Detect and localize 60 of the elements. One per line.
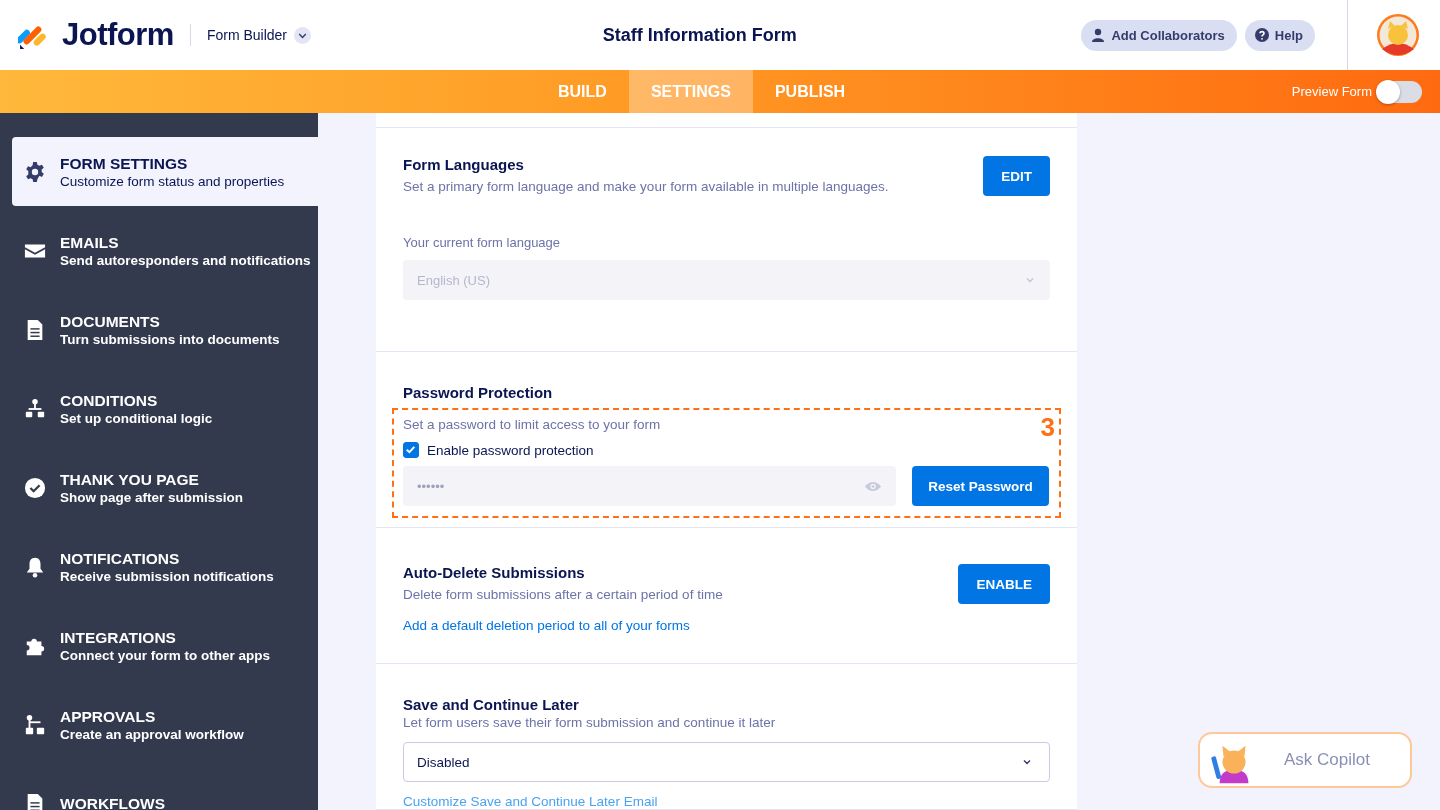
sidebar-item-title: APPROVALS xyxy=(60,706,157,726)
sidebar-item[interactable]: WORKFLOWS xyxy=(12,769,318,810)
section-title: Password Protection xyxy=(403,384,554,403)
sidebar-item-title: CONDITIONS xyxy=(60,390,159,410)
sidebar-item-subtitle: Send autoresponders and notifications xyxy=(60,251,311,269)
check-circle-icon xyxy=(24,476,46,499)
sidebar-item-title: NOTIFICATIONS xyxy=(60,548,181,568)
preview-toggle[interactable] xyxy=(1378,80,1422,103)
section-description: Let form users save their form submission and continue it later xyxy=(403,714,777,732)
sidebar-item[interactable]: INTEGRATIONS Connect your form to other apps xyxy=(12,611,318,680)
field-label: Your current form language xyxy=(403,235,562,251)
checkbox[interactable] xyxy=(403,442,419,459)
sidebar-item-title: INTEGRATIONS xyxy=(60,627,177,647)
help-button[interactable]: Help xyxy=(1244,19,1315,51)
flow-icon xyxy=(24,713,46,736)
section-description: Delete form submissions after a certain period of time xyxy=(403,586,723,605)
section-title: Auto-Delete Submissions xyxy=(403,564,586,583)
chevron-down-icon[interactable] xyxy=(294,26,312,44)
sidebar-item-subtitle: Set up conditional logic xyxy=(60,409,213,427)
step-number: 3 xyxy=(1040,412,1055,443)
save-later-select[interactable]: Disabled xyxy=(403,742,1050,782)
sidebar-item-subtitle: Receive submission notifications xyxy=(60,567,274,585)
section-description: Set a primary form language and make your form available in multiple languages. xyxy=(403,178,889,197)
sidebar-item[interactable]: EMAILS Send autoresponders and notifications xyxy=(12,216,318,285)
checkbox-label: Enable password protection xyxy=(427,442,594,458)
sidebar-item-subtitle: Connect your form to other apps xyxy=(60,646,270,664)
user-icon xyxy=(1091,28,1106,42)
sidebar-item-title: FORM SETTINGS xyxy=(60,153,189,173)
add-collaborators-button[interactable]: Add Collaborators xyxy=(1081,19,1237,51)
avatar[interactable] xyxy=(1376,13,1420,57)
bell-icon xyxy=(24,555,46,578)
help-icon xyxy=(1254,28,1269,42)
product-menu[interactable]: Form Builder xyxy=(206,27,288,43)
sidebar-item-subtitle: Customize form status and properties xyxy=(60,172,285,190)
sidebar-item[interactable]: NOTIFICATIONS Receive submission notifications xyxy=(12,532,318,601)
preview-form-label: Preview Form xyxy=(1291,84,1372,99)
section-title: Save and Continue Later xyxy=(403,696,580,714)
sidebar-item-title: EMAILS xyxy=(60,232,120,252)
section-description: Set a password to limit access to your form xyxy=(403,416,661,435)
section-title: Form Languages xyxy=(403,156,525,175)
edit-button[interactable]: EDIT xyxy=(983,156,1050,197)
sidebar-item-subtitle: Show page after submission xyxy=(60,488,244,506)
settings-icon xyxy=(24,160,46,183)
sidebar-item-title: WORKFLOWS xyxy=(60,794,166,810)
reset-password-button[interactable]: Reset Password xyxy=(912,466,1049,507)
sidebar-item[interactable]: APPROVALS Create an approval workflow xyxy=(12,690,318,759)
form-title: Staff Information Form xyxy=(601,24,798,46)
sidebar-item[interactable]: FORM SETTINGS Customize form status and properties xyxy=(12,137,318,206)
sidebar-item[interactable]: THANK YOU PAGE Show page after submission xyxy=(12,453,318,522)
link[interactable]: Add a default deletion period to all of your forms xyxy=(403,618,690,634)
checkmark-icon xyxy=(404,443,417,457)
enable-button[interactable]: ENABLE xyxy=(958,564,1050,605)
sidebar-item[interactable]: CONDITIONS Set up conditional logic xyxy=(12,374,318,443)
sidebar-item-subtitle: Turn submissions into documents xyxy=(60,330,280,348)
sidebar-item-title: THANK YOU PAGE xyxy=(60,469,200,489)
sidebar-item[interactable]: DOCUMENTS Turn submissions into documents xyxy=(12,295,318,364)
sidebar-item-title: DOCUMENTS xyxy=(60,311,161,331)
logo-text: Jotform xyxy=(62,17,174,53)
sidebar-item-subtitle: Create an approval workflow xyxy=(60,725,244,743)
hierarchy-icon xyxy=(24,397,46,420)
